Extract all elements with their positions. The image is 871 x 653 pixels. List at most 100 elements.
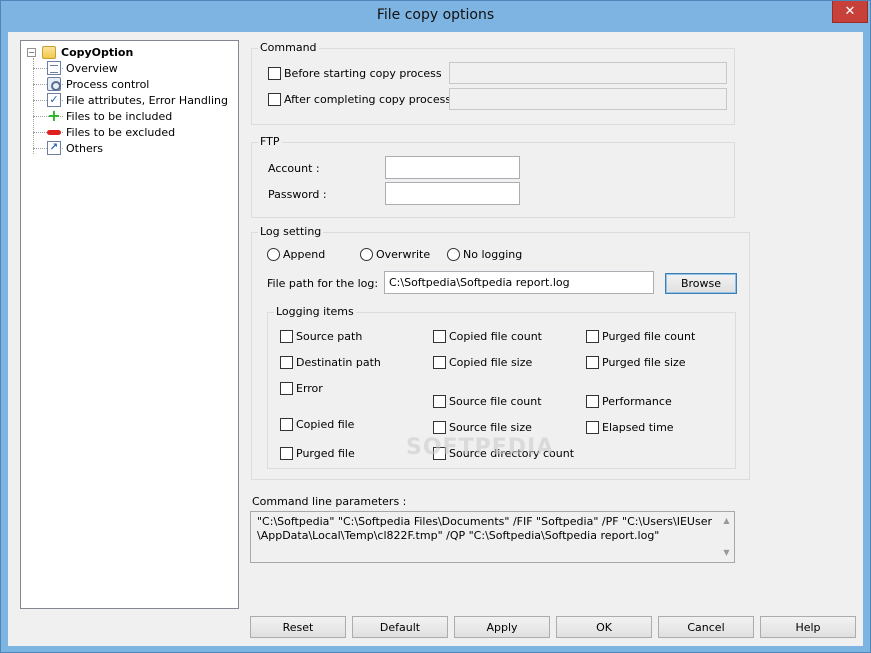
tree-item-overview[interactable]: Overview — [33, 60, 118, 76]
purged-file-size-checkbox[interactable] — [586, 356, 599, 369]
scroll-up-icon[interactable]: ▲ — [722, 514, 731, 528]
after-copy-checkbox-row[interactable]: After completing copy process — [268, 93, 451, 106]
purged-file-checkbox[interactable] — [280, 447, 293, 460]
before-copy-checkbox-row[interactable]: Before starting copy process — [268, 67, 442, 80]
tree-item-files-included[interactable]: + Files to be included — [33, 108, 172, 124]
purged-file-count-checkbox[interactable] — [586, 330, 599, 343]
dialog-window: File copy options ✕ − CopyOption Overvie… — [0, 0, 871, 653]
overwrite-radio[interactable] — [360, 248, 373, 261]
ftp-group-title: FTP — [258, 135, 282, 148]
log-path-input[interactable]: C:\Softpedia\Softpedia report.log — [384, 271, 654, 294]
default-button[interactable]: Default — [352, 616, 448, 638]
copied-file-checkbox[interactable] — [280, 418, 293, 431]
document-icon — [47, 61, 61, 75]
tree-root-copyoption[interactable]: − CopyOption — [27, 44, 133, 60]
before-copy-checkbox[interactable] — [268, 67, 281, 80]
source-path-checkbox[interactable] — [280, 330, 293, 343]
copied-file-count-checkbox[interactable] — [433, 330, 446, 343]
tree-item-file-attributes[interactable]: ✓ File attributes, Error Handling — [33, 92, 228, 108]
source-file-count-checkbox-row[interactable]: Source file count — [433, 395, 542, 408]
error-checkbox[interactable] — [280, 382, 293, 395]
source-file-size-checkbox-row[interactable]: Source file size — [433, 421, 532, 434]
source-file-size-checkbox[interactable] — [433, 421, 446, 434]
after-copy-checkbox[interactable] — [268, 93, 281, 106]
destination-path-label: Destinatin path — [296, 356, 381, 369]
error-label: Error — [296, 382, 323, 395]
tree-item-label: Others — [66, 141, 103, 155]
minus-icon — [47, 130, 61, 135]
account-input[interactable] — [385, 156, 520, 179]
watermark: SOFTPEDIA — [406, 435, 555, 460]
no-logging-radio[interactable] — [447, 248, 460, 261]
elapsed-time-label: Elapsed time — [602, 421, 674, 434]
append-radio[interactable] — [267, 248, 280, 261]
purged-file-count-checkbox-row[interactable]: Purged file count — [586, 330, 695, 343]
tree-item-files-excluded[interactable]: Files to be excluded — [33, 124, 175, 140]
no-logging-label: No logging — [463, 248, 523, 261]
browse-button[interactable]: Browse — [665, 273, 737, 294]
source-file-count-checkbox[interactable] — [433, 395, 446, 408]
copied-file-count-checkbox-row[interactable]: Copied file count — [433, 330, 542, 343]
source-path-label: Source path — [296, 330, 363, 343]
logging-items-title: Logging items — [274, 305, 356, 318]
purged-file-label: Purged file — [296, 447, 355, 460]
cmdline-line-1: "C:\Softpedia" "C:\Softpedia Files\Docum… — [257, 515, 712, 528]
tree-item-label: Files to be excluded — [66, 125, 176, 139]
account-label: Account : — [268, 162, 320, 175]
destination-path-checkbox[interactable] — [280, 356, 293, 369]
command-group-title: Command — [258, 41, 319, 54]
options-tree[interactable]: − CopyOption Overview Process control ✓ … — [20, 40, 239, 609]
tree-item-process-control[interactable]: Process control — [33, 76, 149, 92]
append-radio-row[interactable]: Append — [267, 248, 325, 261]
collapse-icon[interactable]: − — [27, 47, 36, 57]
cmdline-textarea[interactable]: "C:\Softpedia" "C:\Softpedia Files\Docum… — [250, 511, 735, 563]
no-logging-radio-row[interactable]: No logging — [447, 248, 522, 261]
folder-icon — [42, 45, 56, 59]
purged-file-size-checkbox-row[interactable]: Purged file size — [586, 356, 686, 369]
tree-item-label: File attributes, Error Handling — [66, 93, 228, 107]
apply-button[interactable]: Apply — [454, 616, 550, 638]
log-path-label: File path for the log: — [267, 277, 379, 290]
password-label: Password : — [268, 188, 327, 201]
shortcut-icon: ↗ — [47, 141, 61, 155]
close-button[interactable]: ✕ — [832, 1, 868, 23]
tree-item-label: Overview — [66, 61, 118, 75]
copied-file-size-checkbox[interactable] — [433, 356, 446, 369]
destination-path-checkbox-row[interactable]: Destinatin path — [280, 356, 381, 369]
ok-button[interactable]: OK — [556, 616, 652, 638]
copied-file-checkbox-row[interactable]: Copied file — [280, 418, 354, 431]
purged-file-checkbox-row[interactable]: Purged file — [280, 447, 355, 460]
performance-checkbox-row[interactable]: Performance — [586, 395, 672, 408]
elapsed-time-checkbox-row[interactable]: Elapsed time — [586, 421, 674, 434]
cmdline-label: Command line parameters : — [252, 495, 407, 508]
help-button[interactable]: Help — [760, 616, 856, 638]
source-file-size-label: Source file size — [449, 421, 532, 434]
cancel-button[interactable]: Cancel — [658, 616, 754, 638]
after-copy-command-field — [449, 88, 727, 110]
purged-file-count-label: Purged file count — [602, 330, 696, 343]
dialog-client-area: − CopyOption Overview Process control ✓ … — [8, 32, 863, 646]
overwrite-label: Overwrite — [376, 248, 431, 261]
copied-file-size-checkbox-row[interactable]: Copied file size — [433, 356, 532, 369]
reset-button[interactable]: Reset — [250, 616, 346, 638]
source-path-checkbox-row[interactable]: Source path — [280, 330, 362, 343]
performance-checkbox[interactable] — [586, 395, 599, 408]
command-group: Command Before starting copy process Aft… — [251, 41, 735, 125]
copied-file-size-label: Copied file size — [449, 356, 533, 369]
error-checkbox-row[interactable]: Error — [280, 382, 323, 395]
ftp-group: FTP Account : Password : — [251, 135, 735, 218]
tree-item-label: Files to be included — [66, 109, 173, 123]
performance-label: Performance — [602, 395, 672, 408]
password-input[interactable] — [385, 182, 520, 205]
tree-root-label: CopyOption — [61, 45, 134, 59]
purged-file-size-label: Purged file size — [602, 356, 686, 369]
overwrite-radio-row[interactable]: Overwrite — [360, 248, 430, 261]
elapsed-time-checkbox[interactable] — [586, 421, 599, 434]
tree-item-others[interactable]: ↗ Others — [33, 140, 103, 156]
scroll-down-icon[interactable]: ▼ — [722, 546, 731, 560]
source-file-count-label: Source file count — [449, 395, 542, 408]
checklist-icon: ✓ — [47, 93, 61, 107]
plus-icon: + — [47, 106, 61, 125]
after-copy-label: After completing copy process — [284, 93, 452, 106]
title-bar[interactable]: File copy options ✕ — [1, 1, 870, 32]
